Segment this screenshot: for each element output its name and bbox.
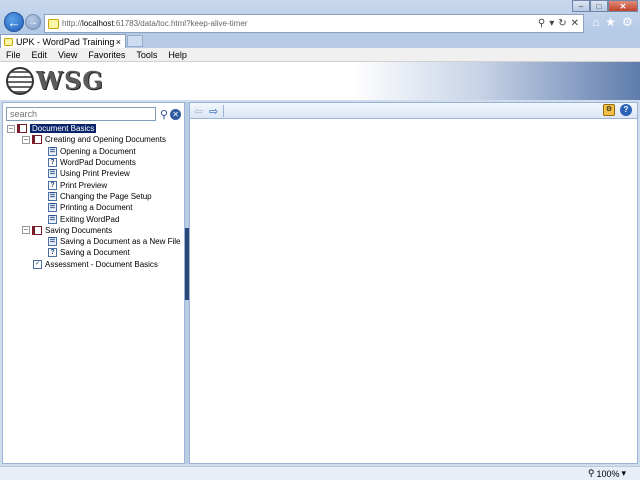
menu-help[interactable]: Help	[162, 50, 192, 60]
assessment-icon: ✓	[33, 259, 42, 269]
book-icon	[17, 124, 27, 134]
forward-button[interactable]: →	[25, 14, 41, 30]
tree-label[interactable]: WordPad Documents	[60, 158, 136, 167]
globe-icon	[6, 66, 34, 95]
menu-tools[interactable]: Tools	[130, 50, 162, 60]
clear-search-icon[interactable]: ✕	[170, 108, 182, 120]
tree-node-section[interactable]: – Saving Documents	[7, 225, 185, 236]
tab-title: UPK - WordPad Training	[16, 36, 115, 47]
tab-bar: UPK - WordPad Training ×	[0, 34, 640, 48]
tree-node-topic[interactable]: ☰ Exiting WordPad	[7, 213, 185, 224]
menu-favorites[interactable]: Favorites	[82, 50, 130, 60]
tree-label[interactable]: Saving Documents	[45, 226, 112, 235]
back-arrow-icon[interactable]: ⇦	[194, 105, 203, 118]
tree-label[interactable]: Print Preview	[60, 181, 107, 190]
tree-label[interactable]: Document Basics	[30, 124, 97, 134]
page-icon	[48, 18, 59, 29]
tree-node-topic[interactable]: ? Saving a Document	[7, 247, 185, 258]
collapse-icon[interactable]: –	[22, 226, 30, 235]
tree-label[interactable]: Changing the Page Setup	[60, 192, 152, 201]
favorites-star-icon[interactable]: ★	[605, 15, 616, 29]
concept-icon: ?	[48, 158, 57, 168]
tree-label[interactable]: Saving a Document as a New File	[60, 237, 181, 246]
menu-edit[interactable]: Edit	[26, 50, 53, 60]
toolbar-divider	[223, 105, 224, 117]
tree-node-topic[interactable]: ☰ Opening a Document	[7, 146, 185, 157]
tree-label[interactable]: Opening a Document	[60, 147, 136, 156]
maximize-button[interactable]: □	[590, 0, 608, 12]
chevron-down-icon[interactable]: ▾	[621, 468, 626, 479]
book-icon	[32, 225, 42, 235]
book-icon	[32, 135, 42, 145]
tree-label[interactable]: Saving a Document	[60, 248, 130, 257]
tree-node-assessment[interactable]: ✓ Assessment - Document Basics	[7, 259, 185, 270]
logo-text: WSG	[36, 66, 104, 95]
tree-label[interactable]: Exiting WordPad	[60, 215, 119, 224]
tree-label[interactable]: Using Print Preview	[60, 169, 130, 178]
search-row: ⚲ ✕	[6, 106, 184, 122]
search-icon[interactable]: ⚲	[538, 18, 545, 29]
tree-node-topic[interactable]: ☰ Saving a Document as a New File	[7, 236, 185, 247]
topic-icon: ☰	[48, 237, 57, 247]
forward-arrow-icon[interactable]: ⇨	[209, 105, 218, 118]
topic-icon: ☰	[48, 191, 57, 201]
address-bar[interactable]: http://localhost:61783/data/toc.html?kee…	[44, 14, 584, 33]
settings-gear-icon[interactable]: ⚙	[622, 15, 633, 29]
browser-titlebar: ← → http://localhost:61783/data/toc.html…	[0, 0, 640, 34]
tree-node-topic[interactable]: ? Print Preview	[7, 179, 185, 190]
menu-view[interactable]: View	[52, 50, 82, 60]
home-icon[interactable]: ⌂	[592, 15, 599, 29]
back-button[interactable]: ←	[4, 12, 24, 32]
refresh-icon[interactable]: ↻	[558, 18, 566, 29]
tree-label[interactable]: Printing a Document	[60, 203, 132, 212]
outline-tree: – Document Basics – Creating and Opening…	[7, 123, 185, 270]
menu-bar: File Edit View Favorites Tools Help	[0, 48, 640, 62]
minimize-button[interactable]: –	[572, 0, 590, 12]
tree-node-topic[interactable]: ☰ Printing a Document	[7, 202, 185, 213]
close-icon[interactable]: ✕	[571, 18, 579, 29]
concept-icon: ?	[48, 248, 57, 258]
wsg-logo: WSG	[6, 66, 104, 95]
new-tab-button[interactable]	[127, 35, 143, 47]
zoom-icon: ⚲	[587, 468, 595, 478]
header-banner: WSG	[0, 62, 640, 100]
collapse-icon[interactable]: –	[22, 135, 30, 144]
tree-node-topic[interactable]: ☰ Changing the Page Setup	[7, 191, 185, 202]
outline-pane: ⚲ ✕ – Document Basics – Creating and Ope…	[2, 102, 185, 464]
topic-icon: ☰	[48, 146, 57, 156]
window-close-button[interactable]: ✕	[608, 0, 638, 12]
topic-icon: ☰	[48, 214, 57, 224]
topic-icon: ☰	[48, 169, 57, 179]
tree-node-topic[interactable]: ☰ Using Print Preview	[7, 168, 185, 179]
menu-file[interactable]: File	[0, 50, 26, 60]
content-toolbar: ⇦ ⇨ ⚙ ?	[190, 103, 637, 119]
tab-close-icon[interactable]: ×	[116, 37, 125, 47]
status-bar: ⚲ 100% ▾	[0, 466, 640, 480]
search-input[interactable]	[6, 107, 156, 121]
concept-icon: ?	[48, 180, 57, 190]
chevron-down-icon[interactable]: ▾	[549, 18, 554, 29]
tree-node-topic[interactable]: ? WordPad Documents	[7, 157, 185, 168]
zoom-control[interactable]: ⚲ 100% ▾	[588, 468, 626, 479]
tree-label[interactable]: Assessment - Document Basics	[45, 260, 158, 269]
help-icon[interactable]: ?	[620, 104, 632, 116]
content-pane: ⇦ ⇨ ⚙ ?	[189, 102, 638, 464]
page-icon	[4, 37, 13, 46]
tools-icon[interactable]: ⚙	[603, 104, 615, 116]
search-icon[interactable]: ⚲	[160, 108, 168, 121]
collapse-icon[interactable]: –	[7, 124, 15, 133]
tree-label[interactable]: Creating and Opening Documents	[45, 135, 166, 144]
zoom-level: 100%	[596, 468, 620, 479]
tree-node-section[interactable]: – Creating and Opening Documents	[7, 134, 185, 145]
topic-icon: ☰	[48, 203, 57, 213]
address-url[interactable]: http://localhost:61783/data/toc.html?kee…	[62, 19, 538, 28]
tree-node-root[interactable]: – Document Basics	[7, 123, 185, 134]
tab-upk-wordpad-training[interactable]: UPK - WordPad Training ×	[0, 34, 126, 48]
